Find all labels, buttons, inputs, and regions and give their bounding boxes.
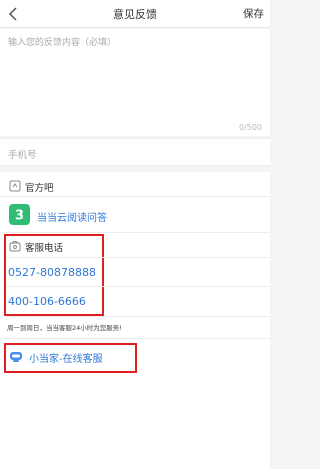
service-phone-link-2[interactable]: 400-106-6666 <box>8 295 86 308</box>
page-title: 意见反馈 <box>113 8 157 21</box>
phone-input[interactable]: 手机号 <box>0 138 270 166</box>
feedback-placeholder: 输入您的反馈内容（必填） <box>8 38 117 48</box>
divider <box>0 196 270 197</box>
feedback-textarea[interactable]: 输入您的反馈内容（必填） 0/500 <box>0 29 270 136</box>
dangdang-qa-icon: 3 <box>9 204 30 225</box>
character-counter: 0/500 <box>238 123 262 132</box>
online-service-icon <box>10 352 22 362</box>
top-bar: 意见反馈 保存 <box>0 0 270 28</box>
online-service-link[interactable]: 小当家-在线客服 <box>29 350 103 365</box>
save-button[interactable]: 保存 <box>243 6 264 21</box>
official-bar-icon <box>9 180 21 192</box>
phone-icon <box>9 241 21 252</box>
divider <box>6 316 270 317</box>
phone-placeholder: 手机号 <box>8 150 37 161</box>
service-phone-link-1[interactable]: 0527-80878888 <box>8 266 96 279</box>
service-hours-note: 周一到周日，当当客服24小时为您服务! <box>7 324 122 332</box>
divider <box>0 232 270 233</box>
service-phone-label: 客服电话 <box>25 243 64 254</box>
divider <box>0 338 270 339</box>
svg-text:3: 3 <box>15 209 24 224</box>
divider <box>6 286 270 287</box>
divider <box>6 257 270 258</box>
dangdang-qa-link[interactable]: 当当云阅读问答 <box>37 209 107 224</box>
official-bar-label[interactable]: 官方吧 <box>25 180 54 194</box>
